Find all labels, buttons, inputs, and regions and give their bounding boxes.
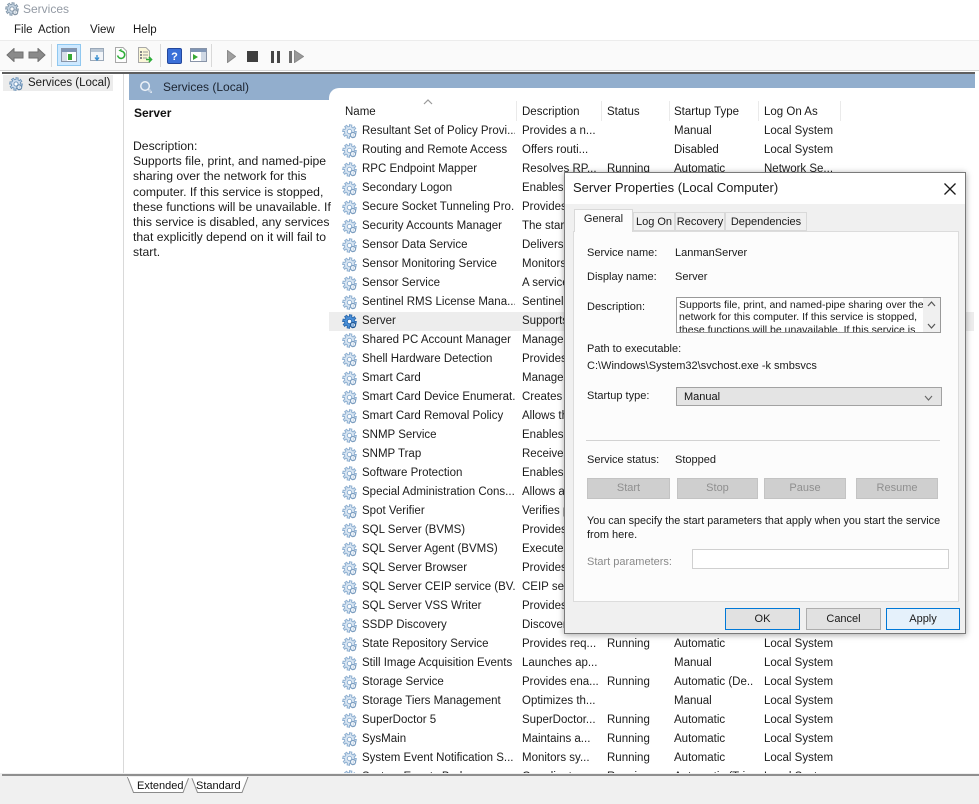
svg-text:?: ? — [171, 51, 178, 63]
svg-text:Standard: Standard — [196, 780, 241, 792]
svg-text:Extended: Extended — [137, 780, 183, 792]
